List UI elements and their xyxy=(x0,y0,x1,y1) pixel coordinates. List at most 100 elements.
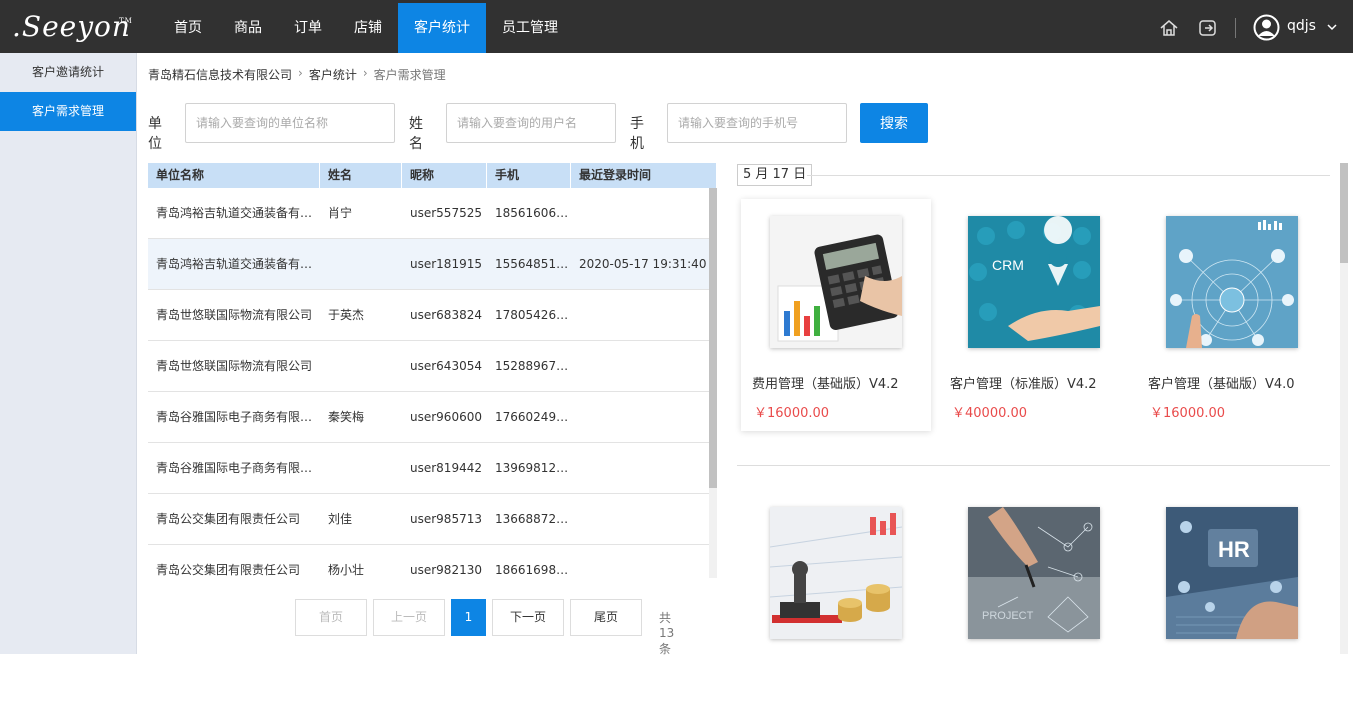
nav-store[interactable]: 店铺 xyxy=(338,3,398,53)
svg-text:PROJECT: PROJECT xyxy=(982,610,1034,622)
trademark: TM xyxy=(119,17,133,25)
nav-products[interactable]: 商品 xyxy=(218,3,278,53)
home-icon[interactable] xyxy=(1159,18,1179,38)
cell-last-login: 2020-05-17 19:31:40 xyxy=(579,257,707,271)
nav-customer-stats[interactable]: 客户统计 xyxy=(398,3,486,53)
table-row[interactable]: 青岛鸿裕吉轨道交通装备有限公司 肖宁 user557525 18561606xxx xyxy=(148,188,717,239)
sidebar-item-demand-mgmt[interactable]: 客户需求管理 xyxy=(0,92,136,131)
cell-name: 肖宁 xyxy=(328,206,353,220)
cell-phone: 17805426xxx xyxy=(495,308,571,322)
table-row[interactable]: 青岛谷雅国际电子商务有限公司 秦笑梅 user960600 17660249xxx xyxy=(148,392,717,443)
product-card[interactable]: 客户管理（基础版）V4.0 ￥16000.00 xyxy=(1137,199,1327,431)
cell-last-login xyxy=(571,188,717,238)
breadcrumb-stats[interactable]: 客户统计 xyxy=(309,66,357,83)
top-navbar: .Seeyon TM 首页 商品 订单 店铺 客户统计 员工管理 qdjs xyxy=(0,0,1353,53)
cell-name xyxy=(320,443,402,493)
cell-name: 于英杰 xyxy=(328,308,365,322)
cell-name xyxy=(320,341,402,391)
header-nickname[interactable]: 昵称 xyxy=(402,163,487,188)
cell-nickname: user643054 xyxy=(410,359,482,373)
page-next-button[interactable]: 下一页 xyxy=(492,599,564,636)
nav-staff[interactable]: 员工管理 xyxy=(486,3,574,53)
header-unit[interactable]: 单位名称 xyxy=(148,163,320,188)
table-header: 单位名称 姓名 昵称 手机 最近登录时间 xyxy=(148,163,717,188)
crm-hand-image: CRM xyxy=(968,216,1100,348)
date-header: 5 月 17 日 xyxy=(737,164,1330,186)
product-name[interactable]: 客户管理（标准版）V4.2 xyxy=(950,373,1097,392)
username[interactable]: qdjs xyxy=(1287,18,1316,34)
product-card[interactable]: PROJECT xyxy=(939,490,1129,722)
product-card[interactable]: HR xyxy=(1137,490,1327,722)
cell-phone: 13969812xxx xyxy=(495,461,571,475)
nav-orders[interactable]: 订单 xyxy=(278,3,338,53)
crm-network-image xyxy=(1166,216,1298,348)
table-row[interactable]: 青岛谷雅国际电子商务有限公司 user819442 13969812xxx xyxy=(148,443,717,494)
table-body: 青岛鸿裕吉轨道交通装备有限公司 肖宁 user557525 18561606xxx 青岛… xyxy=(148,188,717,578)
breadcrumb-sep: › xyxy=(298,66,303,80)
logout-icon[interactable] xyxy=(1198,18,1218,38)
cell-last-login xyxy=(571,545,717,578)
page-total: 共13条 xyxy=(659,611,675,656)
table-row[interactable]: 青岛世悠联国际物流有限公司 user643054 15288967xxx xyxy=(148,341,717,392)
table-row[interactable]: 青岛世悠联国际物流有限公司 于英杰 user683824 17805426xxx xyxy=(148,290,717,341)
cell-phone: 18661698xxx xyxy=(495,563,571,577)
cell-phone: 15564851xxx xyxy=(495,257,571,271)
header-phone[interactable]: 手机 xyxy=(487,163,571,188)
separator xyxy=(1235,18,1236,38)
breadcrumb: 青岛精石信息技术有限公司 › 客户统计 › 客户需求管理 xyxy=(148,66,446,83)
cell-phone: 13668872xxx xyxy=(495,512,571,526)
svg-text:HR: HR xyxy=(1218,537,1250,562)
cell-nickname: user683824 xyxy=(410,308,482,322)
table-scrollbar[interactable] xyxy=(709,188,717,578)
search-button[interactable]: 搜索 xyxy=(860,103,928,143)
cell-last-login xyxy=(571,290,717,340)
product-card[interactable] xyxy=(741,490,931,722)
cell-name: 刘佳 xyxy=(328,512,353,526)
table-row[interactable]: 青岛公交集团有限责任公司 刘佳 user985713 13668872xxx xyxy=(148,494,717,545)
product-scrollbar[interactable] xyxy=(1340,163,1348,654)
cell-unit: 青岛世悠联国际物流有限公司 xyxy=(156,359,313,373)
page-prev-button[interactable]: 上一页 xyxy=(373,599,445,636)
breadcrumb-sep: › xyxy=(362,66,368,80)
product-name[interactable]: 费用管理（基础版）V4.2 xyxy=(752,373,899,392)
customer-table: 单位名称 姓名 昵称 手机 最近登录时间 青岛鸿裕吉轨道交通装备有限公司 肖宁 us… xyxy=(148,163,717,578)
name-input[interactable] xyxy=(446,103,616,143)
header-last-login[interactable]: 最近登录时间 xyxy=(571,163,717,188)
table-row[interactable]: 青岛鸿裕吉轨道交通装备有限公司 user181915 15564851xxx 2020… xyxy=(148,239,717,290)
chevron-down-icon[interactable] xyxy=(1325,20,1339,34)
product-name[interactable]: 客户管理（基础版）V4.0 xyxy=(1148,373,1295,392)
page-last-button[interactable]: 尾页 xyxy=(570,599,642,636)
product-price: ￥40000.00 xyxy=(952,406,1028,421)
cell-name: 杨小壮 xyxy=(328,563,365,577)
table-row[interactable]: 青岛公交集团有限责任公司 杨小壮 user982130 18661698xxx xyxy=(148,545,717,578)
cell-unit: 青岛世悠联国际物流有限公司 xyxy=(156,308,313,322)
unit-input[interactable] xyxy=(185,103,395,143)
cell-unit: 青岛公交集团有限责任公司 xyxy=(156,563,301,577)
cell-last-login xyxy=(571,392,717,442)
project-hand-image: PROJECT xyxy=(968,507,1100,639)
sidebar-item-invite-stats[interactable]: 客户邀请统计 xyxy=(0,53,136,92)
cell-nickname: user181915 xyxy=(410,257,482,271)
breadcrumb-company[interactable]: 青岛精石信息技术有限公司 xyxy=(148,66,292,83)
product-price: ￥16000.00 xyxy=(754,406,830,421)
cell-last-login xyxy=(571,341,717,391)
cell-phone: 17660249xxx xyxy=(495,410,571,424)
section-divider xyxy=(737,465,1330,466)
phone-input[interactable] xyxy=(667,103,847,143)
svg-text:CRM: CRM xyxy=(992,257,1024,273)
cell-nickname: user819442 xyxy=(410,461,482,475)
product-card[interactable]: CRM 客户管理（标准版）V4.2 ￥40000.00 xyxy=(939,199,1129,431)
unit-label: 单位 xyxy=(148,116,162,152)
header-name[interactable]: 姓名 xyxy=(320,163,402,188)
scrollbar-thumb[interactable] xyxy=(1340,163,1348,263)
cell-nickname: user982130 xyxy=(410,563,482,577)
nav-home[interactable]: 首页 xyxy=(158,3,218,53)
page-first-button[interactable]: 首页 xyxy=(295,599,367,636)
stamp-coins-image xyxy=(770,507,902,639)
avatar-icon[interactable] xyxy=(1253,14,1280,41)
product-card[interactable]: 费用管理（基础版）V4.2 ￥16000.00 xyxy=(741,199,931,431)
cell-nickname: user985713 xyxy=(410,512,482,526)
scrollbar-thumb[interactable] xyxy=(709,188,717,488)
page-current-button[interactable]: 1 xyxy=(451,599,486,636)
seeyon-logo[interactable]: .Seeyon TM xyxy=(12,10,132,44)
